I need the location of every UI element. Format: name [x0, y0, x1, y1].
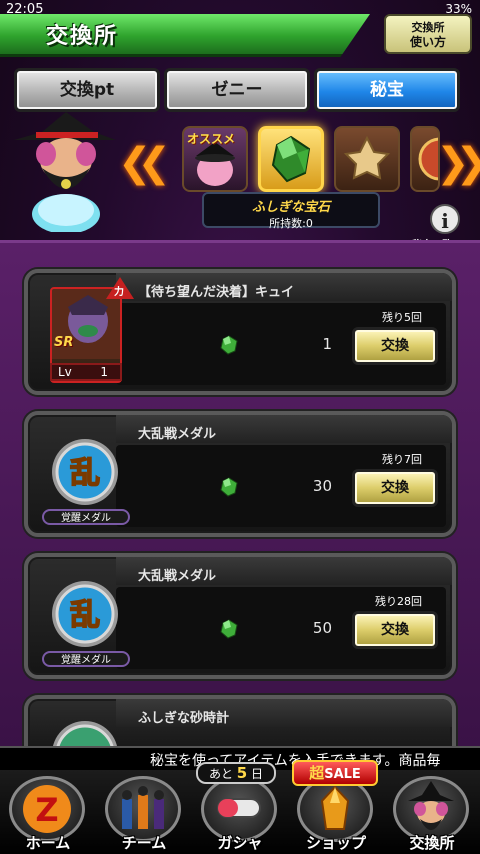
- level-label: Lv: [58, 365, 72, 379]
- team-icon: [122, 786, 164, 829]
- help-button[interactable]: 交換所 使い方: [384, 14, 472, 54]
- carousel-slot-3[interactable]: [334, 126, 400, 192]
- remaining-count: 残り28回: [375, 595, 422, 608]
- remaining-count: 残り5回: [382, 311, 422, 324]
- dragonball-z-icon: Z: [23, 785, 71, 833]
- gacha-countdown-suffix: 日: [251, 767, 264, 781]
- gacha-capsule-icon: [217, 798, 261, 818]
- help-button-line2: 使い方: [409, 35, 446, 49]
- exchange-button[interactable]: 交換: [352, 469, 438, 507]
- nav-exchange-label: 交換所: [409, 834, 455, 852]
- nav-home[interactable]: Z ホーム: [0, 770, 96, 854]
- gacha-countdown-badge: あと 5 日: [196, 762, 276, 784]
- awakening-medal-icon: 乱: [52, 581, 118, 647]
- gacha-countdown-prefix: あと: [208, 767, 233, 781]
- reward-card: 大乱戦メダル 乱 覚醒メダル 50 残り28回 交換: [24, 553, 456, 679]
- gacha-countdown-days: 5: [236, 764, 248, 782]
- nav-team-label: チーム: [121, 834, 167, 852]
- super-sale-badge[interactable]: 超SALE: [292, 760, 378, 786]
- exchange-button[interactable]: 交換: [352, 327, 438, 365]
- reward-title: 【待ち望んだ決着】キュイ: [138, 285, 295, 300]
- nav-shop-label: ショップ: [305, 834, 366, 852]
- nav-home-label: ホーム: [25, 834, 71, 852]
- reward-title: 大乱戦メダル: [138, 569, 217, 584]
- info-icon[interactable]: i: [430, 204, 460, 234]
- mystery-gem-icon: [220, 477, 238, 497]
- carousel-slot-selected[interactable]: [258, 126, 324, 192]
- mystery-gem-icon: [220, 335, 238, 355]
- mystery-gem-icon: [271, 135, 311, 183]
- remaining-count: 残り7回: [382, 453, 422, 466]
- sale-label: SALE: [324, 767, 361, 782]
- medal-type-label: 覚醒メダル: [42, 509, 130, 525]
- rarity-badge: SR: [54, 335, 74, 350]
- cost-amount: 1: [322, 335, 332, 353]
- carousel-next-arrow[interactable]: ❯❯: [436, 140, 480, 186]
- trophy-icon: [343, 135, 391, 180]
- nav-exchange[interactable]: 交換所: [384, 770, 480, 854]
- medal-partial-icon: [418, 137, 438, 181]
- medal-type-label: 覚醒メダル: [42, 651, 130, 667]
- shop-crystal-icon: [320, 785, 350, 830]
- reward-list[interactable]: 【待ち望んだ決着】キュイ SR 力 Lv 1 1 残り5回 交換 大乱戦メダル: [0, 240, 480, 759]
- exchange-button[interactable]: 交換: [352, 611, 438, 649]
- level-bar: Lv 1: [50, 363, 122, 381]
- reward-card: 【待ち望んだ決着】キュイ SR 力 Lv 1 1 残り5回 交換: [24, 269, 456, 395]
- medal-character: 乱: [70, 598, 100, 633]
- tab-hihou[interactable]: 秘宝: [314, 68, 460, 112]
- selected-item-owned: 所持数:0: [269, 217, 313, 230]
- reward-title: ふしぎな砂時計: [138, 711, 230, 726]
- awakening-medal-icon: 乱: [52, 439, 118, 505]
- page-title: 交換所: [46, 24, 119, 49]
- level-value: 1: [100, 365, 108, 379]
- carousel-slot-4[interactable]: [410, 126, 440, 192]
- selected-item-name: ふしぎな宝石: [251, 200, 330, 215]
- selected-item-box: ふしぎな宝石 所持数:0: [202, 192, 380, 230]
- tab-exchange-pt[interactable]: 交換pt: [14, 68, 160, 112]
- cost-amount: 30: [312, 477, 332, 495]
- exchange-merchant-icon: [408, 781, 454, 830]
- nav-gacha-label: ガシャ: [217, 834, 263, 852]
- reward-title: 大乱戦メダル: [138, 427, 217, 442]
- help-button-line1: 交換所: [411, 21, 445, 34]
- mystery-gem-icon: [220, 619, 238, 639]
- reward-card: 大乱戦メダル 乱 覚醒メダル 30 残り7回 交換: [24, 411, 456, 537]
- cost-amount: 50: [312, 619, 332, 637]
- nav-team[interactable]: チーム: [96, 770, 192, 854]
- medal-character: 乱: [70, 456, 100, 491]
- merchant-character: [14, 112, 116, 232]
- sale-super-label: 超: [309, 764, 325, 782]
- type-badge-label: 力: [114, 287, 124, 298]
- tab-zeni[interactable]: ゼニー: [164, 68, 310, 112]
- carousel-prev-arrow[interactable]: ❮❮: [118, 140, 171, 186]
- svg-text:Z: Z: [35, 791, 58, 829]
- recommend-label: オススメ: [187, 132, 236, 146]
